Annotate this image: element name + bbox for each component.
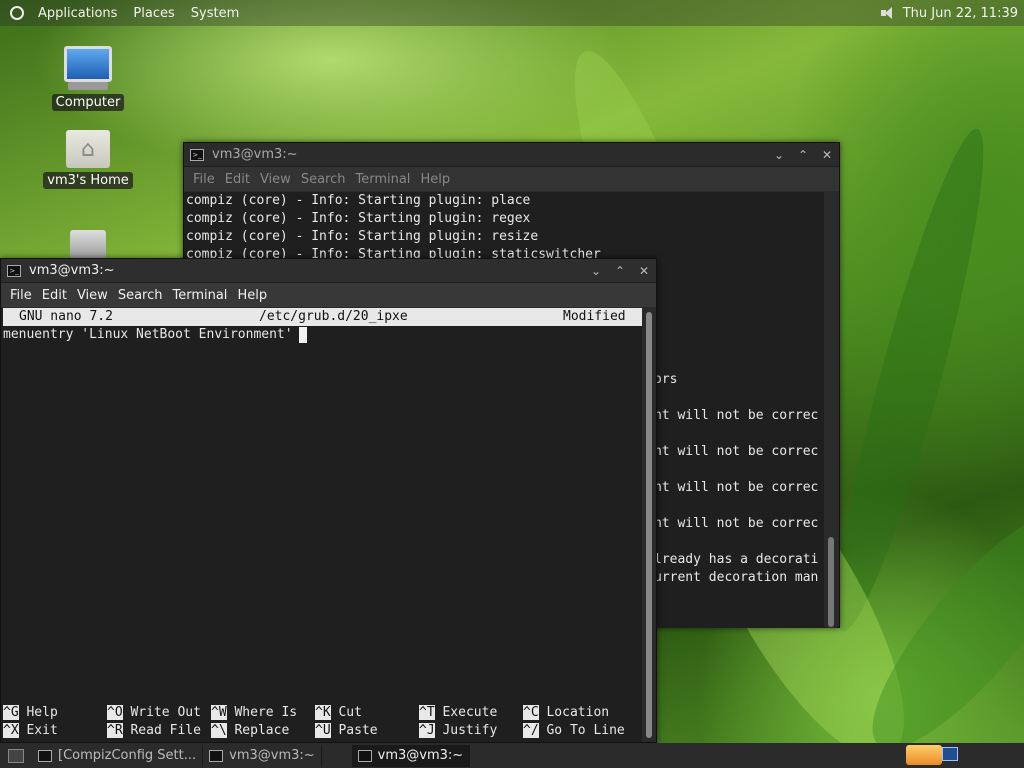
settings-window-icon <box>38 749 52 762</box>
close-icon[interactable]: ✕ <box>815 148 839 162</box>
menu-edit[interactable]: Edit <box>225 172 250 187</box>
terminal-line: compiz (core) - Info: Starting plugin: p… <box>186 193 531 208</box>
home-folder-icon: ⌂ <box>66 130 110 168</box>
shortcut-help[interactable]: ^G Help <box>3 704 58 722</box>
shortcut-justify[interactable]: ^J Justify <box>419 722 497 740</box>
terminal-line: compiz (core) - Info: Starting plugin: r… <box>186 211 531 226</box>
menu-file[interactable]: File <box>10 288 32 303</box>
window-title: vm3@vm3:~ <box>212 147 298 162</box>
menu-search[interactable]: Search <box>118 288 163 303</box>
menu-terminal[interactable]: Terminal <box>172 288 227 303</box>
nano-text-line[interactable]: menuentry 'Linux NetBoot Environment' <box>3 326 307 344</box>
desktop-icon-label: vm3's Home <box>43 172 133 189</box>
terminal-line-fragment: nt will not be correc <box>654 480 819 495</box>
terminal-line-fragment: nt will not be correc <box>654 444 819 459</box>
taskbar-item-compizconfig[interactable]: [CompizConfig Sett... <box>32 744 204 767</box>
shortcut-write-out[interactable]: ^O Write Out <box>107 704 201 722</box>
minimize-icon[interactable]: ⌄ <box>584 264 608 278</box>
nano-title-bar: GNU nano 7.2 /etc/grub.d/20_ipxe Modifie… <box>3 308 642 326</box>
menubar: File Edit View Search Terminal Help <box>1 283 656 307</box>
menu-view[interactable]: View <box>260 172 291 187</box>
scrollbar-thumb[interactable] <box>828 537 834 627</box>
taskbar-item-terminal[interactable]: vm3@vm3:~ <box>203 744 322 767</box>
terminal-icon: >_ <box>190 148 204 161</box>
computer-icon <box>64 46 112 82</box>
menu-applications[interactable]: Applications <box>38 6 117 21</box>
terminal-line-fragment: lready has a decorati <box>654 552 819 567</box>
shortcut-execute[interactable]: ^T Execute <box>419 704 497 722</box>
terminal-icon <box>209 749 224 762</box>
nano-filename: /etc/grub.d/20_ipxe <box>259 309 408 324</box>
bottom-panel: [CompizConfig Sett... vm3@vm3:~ vm3@vm3:… <box>0 743 1024 768</box>
trash-icon <box>70 230 106 260</box>
terminal-icon <box>357 749 372 762</box>
scrollbar-thumb[interactable] <box>646 312 652 738</box>
terminal-line-fragment: ors <box>654 372 678 387</box>
menu-view[interactable]: View <box>77 288 108 303</box>
nano-editor[interactable]: GNU nano 7.2 /etc/grub.d/20_ipxe Modifie… <box>1 308 644 742</box>
maximize-icon[interactable]: ⌃ <box>791 148 815 162</box>
taskbar-item-label: vm3@vm3:~ <box>377 748 464 763</box>
menu-places[interactable]: Places <box>133 6 174 21</box>
window-titlebar[interactable]: >_ vm3@vm3:~ ⌄ ⌃ ✕ <box>184 143 839 167</box>
window-titlebar[interactable]: >_ vm3@vm3:~ ⌄ ⌃ ✕ <box>1 259 656 283</box>
text-cursor <box>298 326 307 343</box>
menu-help[interactable]: Help <box>420 172 450 187</box>
shortcut-read-file[interactable]: ^R Read File <box>107 722 201 740</box>
shortcut-location[interactable]: ^C Location <box>523 704 609 722</box>
desktop-icon-computer[interactable]: Computer <box>43 46 133 111</box>
nano-shortcut-bar: ^G Help ^O Write Out ^W Where Is ^K Cut … <box>3 704 643 740</box>
desktop-icon-home[interactable]: ⌂ vm3's Home <box>43 130 133 189</box>
shortcut-go-to-line[interactable]: ^/ Go To Line <box>523 722 625 740</box>
clock[interactable]: Thu Jun 22, 11:39 <box>903 6 1018 21</box>
terminal-line-fragment: nt will not be correc <box>654 516 819 531</box>
terminal-window-nano[interactable]: >_ vm3@vm3:~ ⌄ ⌃ ✕ File Edit View Search… <box>0 258 657 743</box>
menu-search[interactable]: Search <box>301 172 346 187</box>
maximize-icon[interactable]: ⌃ <box>608 264 632 278</box>
minimize-icon[interactable]: ⌄ <box>767 148 791 162</box>
fish-applet-icon[interactable] <box>906 745 942 765</box>
workspace-switcher-icon[interactable] <box>942 747 958 761</box>
menu-help[interactable]: Help <box>237 288 267 303</box>
nano-modified-status: Modified <box>563 309 626 324</box>
show-desktop-icon[interactable] <box>8 748 24 763</box>
terminal-line-fragment: urrent decoration man <box>654 570 819 585</box>
nano-content: menuentry 'Linux NetBoot Environment' <box>3 327 293 342</box>
close-icon[interactable]: ✕ <box>632 264 656 278</box>
taskbar-item-label: vm3@vm3:~ <box>229 748 315 763</box>
volume-icon[interactable] <box>880 6 895 20</box>
distro-logo-icon[interactable] <box>10 6 24 20</box>
shortcut-paste[interactable]: ^U Paste <box>315 722 378 740</box>
terminal-line: compiz (core) - Info: Starting plugin: r… <box>186 229 539 244</box>
menu-file[interactable]: File <box>193 172 215 187</box>
shortcut-exit[interactable]: ^X Exit <box>3 722 58 740</box>
nano-version: GNU nano 7.2 <box>19 309 113 324</box>
desktop-icon-label: Computer <box>51 94 125 111</box>
shortcut-cut[interactable]: ^K Cut <box>315 704 362 722</box>
taskbar-item-terminal-active[interactable]: vm3@vm3:~ <box>351 744 471 767</box>
terminal-line-fragment: nt will not be correc <box>654 408 819 423</box>
shortcut-replace[interactable]: ^\ Replace <box>211 722 289 740</box>
shortcut-where-is[interactable]: ^W Where Is <box>211 704 297 722</box>
scrollbar[interactable] <box>825 192 837 628</box>
terminal-icon: >_ <box>7 264 21 277</box>
menu-edit[interactable]: Edit <box>42 288 67 303</box>
window-title: vm3@vm3:~ <box>29 263 115 278</box>
taskbar-item-label: [CompizConfig Sett... <box>58 748 197 763</box>
menubar: File Edit View Search Terminal Help <box>184 167 839 191</box>
desktop-icon-trash[interactable] <box>43 230 133 260</box>
menu-terminal[interactable]: Terminal <box>355 172 410 187</box>
menu-system[interactable]: System <box>191 6 239 21</box>
top-panel: Applications Places System Thu Jun 22, 1… <box>0 0 1024 26</box>
scrollbar[interactable] <box>642 308 656 742</box>
